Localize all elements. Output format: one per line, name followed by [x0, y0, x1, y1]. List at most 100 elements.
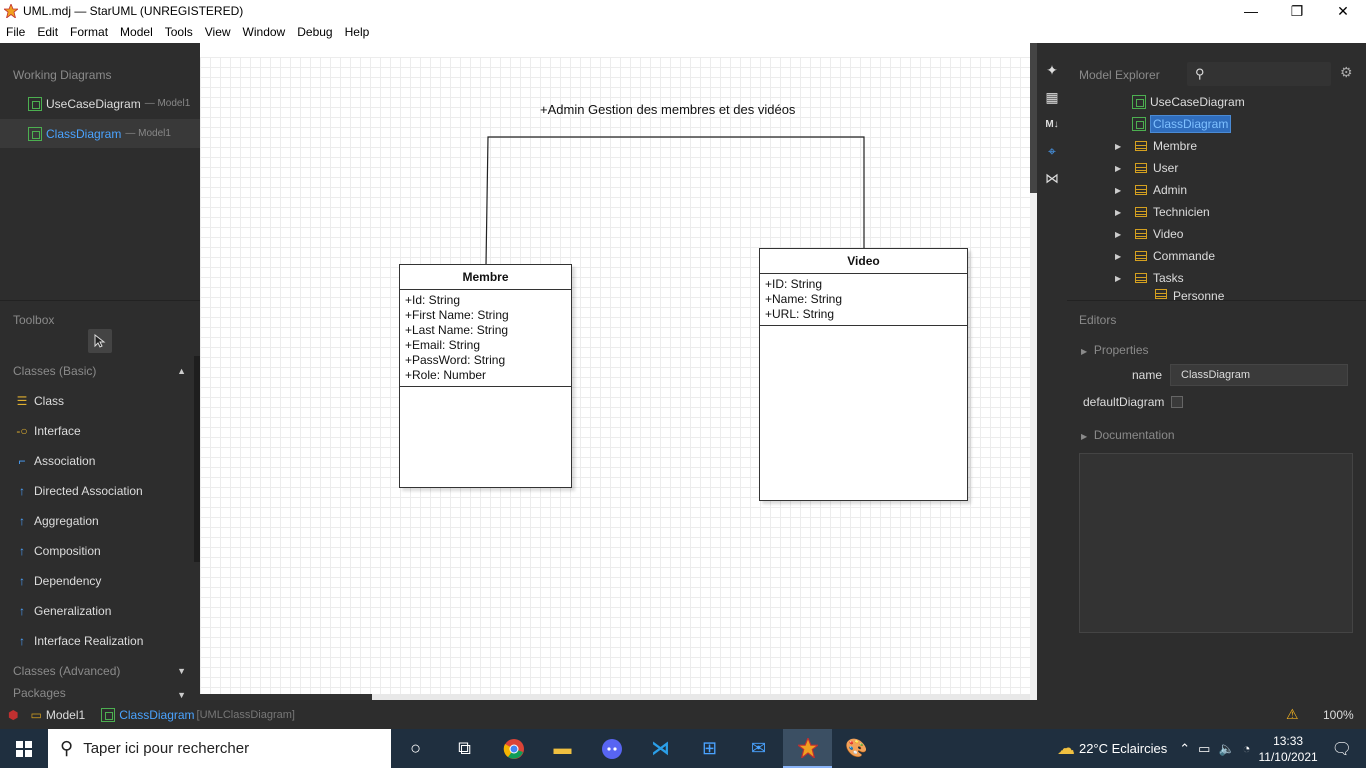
toolbox-directed-association[interactable]: ↑ Directed Association [0, 476, 194, 506]
expand-arrow-icon[interactable]: ▶ [1115, 142, 1125, 151]
working-diagram-usecase[interactable]: UseCaseDiagram — Model1 [0, 89, 200, 118]
toolbox-generalization[interactable]: ↑ Generalization [0, 596, 194, 626]
expand-arrow-icon[interactable]: ▶ [1115, 230, 1125, 239]
class-membre[interactable]: Membre +Id: String +First Name: String +… [399, 264, 572, 488]
editors-title: Editors [1079, 313, 1117, 327]
name-field[interactable]: ClassDiagram [1170, 364, 1348, 386]
dependency-icon: ↑ [19, 574, 25, 588]
tree-item-label: Tasks [1153, 271, 1184, 285]
close-button[interactable]: ✕ [1320, 0, 1366, 22]
collapse-up-icon: ▲ [177, 366, 186, 376]
expand-arrow-icon[interactable]: ▶ [1115, 186, 1125, 195]
working-diagrams-title: Working Diagrams [13, 68, 112, 82]
volume-icon[interactable]: 🔈 [1218, 741, 1234, 757]
chrome-icon[interactable] [489, 729, 538, 768]
extensions-icon[interactable]: ✦ [1037, 57, 1067, 84]
staruml-taskbar-icon[interactable] [783, 729, 832, 768]
documentation-textarea[interactable] [1079, 453, 1353, 633]
tree-item-user[interactable]: ▶ User [1067, 157, 1366, 179]
tree-item-membre[interactable]: ▶ Membre [1067, 135, 1366, 157]
menu-debug[interactable]: Debug [291, 22, 338, 43]
expand-arrow-icon[interactable]: ▶ [1115, 252, 1125, 261]
toolbox-class[interactable]: ☰ Class [0, 386, 194, 416]
discord-icon[interactable] [587, 729, 636, 768]
menu-help[interactable]: Help [339, 22, 376, 43]
toolbox-interface[interactable]: -○ Interface [0, 416, 194, 446]
class-video[interactable]: Video +ID: String +Name: String +URL: St… [759, 248, 968, 501]
notifications-icon[interactable]: 🗨 [1332, 739, 1352, 759]
weather-icon[interactable]: ☁ [1057, 738, 1075, 759]
cube-icon[interactable]: ⬢ [8, 708, 18, 722]
tree-item-video[interactable]: ▶ Video [1067, 223, 1366, 245]
network-icon[interactable]: ◔ [1243, 741, 1251, 756]
interface-icon: -○ [16, 424, 28, 438]
gear-icon[interactable]: ⚙ [1340, 64, 1353, 81]
menu-file[interactable]: File [0, 22, 31, 43]
tree-item-usecasediagram[interactable]: UseCaseDiagram [1067, 91, 1366, 113]
pointer-tool-button[interactable] [88, 329, 112, 353]
canvas-vertical-scrollbar[interactable] [1030, 43, 1037, 700]
toolbox-dependency[interactable]: ↑ Dependency [0, 566, 194, 596]
file-explorer-icon[interactable]: ▬ [538, 729, 587, 768]
tool-label: Class [34, 394, 65, 408]
staruml-app-icon [3, 3, 19, 19]
defaultdiagram-checkbox[interactable] [1171, 396, 1183, 408]
warning-icon[interactable]: ⚠ [1286, 706, 1299, 723]
expand-arrow-icon[interactable]: ▶ [1115, 274, 1125, 283]
tree-item-technicien[interactable]: ▶ Technicien [1067, 201, 1366, 223]
expand-arrow-icon[interactable]: ▶ [1115, 208, 1125, 217]
tree-item-label: ClassDiagram [1150, 115, 1232, 133]
battery-icon[interactable]: ▭ [1198, 741, 1210, 757]
toolbox-association[interactable]: ⌐ Association [0, 446, 194, 476]
composition-icon: ↑ [19, 544, 25, 558]
tree-item-classdiagram[interactable]: ClassDiagram [1067, 113, 1366, 135]
navigator-icon[interactable]: ⌖ [1037, 138, 1067, 165]
start-button[interactable] [0, 729, 48, 768]
status-model[interactable]: Model1 [46, 708, 85, 722]
menu-window[interactable]: Window [237, 22, 292, 43]
diagram-canvas[interactable]: +Admin Gestion des membres et des vidéos… [200, 57, 1030, 694]
maximize-button[interactable]: ❐ [1274, 0, 1320, 22]
toolbox-category-basic[interactable]: Classes (Basic) ▲ [0, 356, 194, 386]
documentation-section-toggle[interactable]: ▶ Documentation [1081, 428, 1366, 442]
store-icon[interactable]: ⊞ [685, 729, 734, 768]
menu-tools[interactable]: Tools [159, 22, 199, 43]
menu-format[interactable]: Format [64, 22, 114, 43]
toolbox-composition[interactable]: ↑ Composition [0, 536, 194, 566]
model-explorer-search[interactable]: ⚲ [1187, 62, 1331, 86]
minimize-button[interactable]: — [1228, 0, 1274, 22]
association-label[interactable]: +Admin Gestion des membres et des vidéos [540, 102, 795, 117]
task-view-icon[interactable]: ⧉ [440, 729, 489, 768]
layout-icon[interactable]: ▦ [1037, 84, 1067, 111]
menu-edit[interactable]: Edit [31, 22, 64, 43]
markdown-icon[interactable]: M↓ [1037, 111, 1067, 138]
class-icon [1135, 141, 1147, 151]
toolbox-aggregation[interactable]: ↑ Aggregation [0, 506, 194, 536]
cortana-icon[interactable]: ○ [391, 729, 440, 768]
attribute: +URL: String [765, 307, 835, 321]
tool-label: Association [34, 454, 96, 468]
toolbox-category-advanced[interactable]: Classes (Advanced) ▼ [0, 656, 194, 686]
tree-item-tasks[interactable]: ▶ Tasks [1067, 267, 1366, 289]
share-icon[interactable]: ⋈ [1037, 165, 1067, 192]
properties-section-toggle[interactable]: ▶ Properties [1081, 343, 1366, 357]
working-diagram-class[interactable]: ClassDiagram — Model1 [0, 119, 200, 148]
menu-view[interactable]: View [199, 22, 237, 43]
toolbox-interface-realization[interactable]: ↑ Interface Realization [0, 626, 194, 656]
weather-text[interactable]: 22°C Eclaircies [1079, 741, 1167, 756]
menu-model[interactable]: Model [114, 22, 159, 43]
mail-icon[interactable]: ✉ [734, 729, 783, 768]
paint-icon[interactable]: 🎨 [832, 729, 881, 768]
clock[interactable]: 13:33 11/10/2021 [1259, 733, 1318, 765]
zoom-level[interactable]: 100% [1323, 708, 1354, 722]
status-diagram[interactable]: ClassDiagram [119, 708, 194, 722]
expand-arrow-icon[interactable]: ▶ [1115, 164, 1125, 173]
vscode-icon[interactable]: ⋊ [636, 729, 685, 768]
tree-item-personne[interactable]: ▶Personne [1067, 289, 1366, 300]
chevron-up-icon[interactable]: ⌃ [1179, 741, 1190, 757]
scroll-thumb[interactable] [1030, 43, 1037, 193]
tree-item-commande[interactable]: ▶ Commande [1067, 245, 1366, 267]
tree-item-admin[interactable]: ▶ Admin [1067, 179, 1366, 201]
toolbox-category-packages[interactable]: Packages ▼ [0, 686, 194, 700]
taskbar-search[interactable]: ⚲ Taper ici pour rechercher [48, 729, 391, 768]
